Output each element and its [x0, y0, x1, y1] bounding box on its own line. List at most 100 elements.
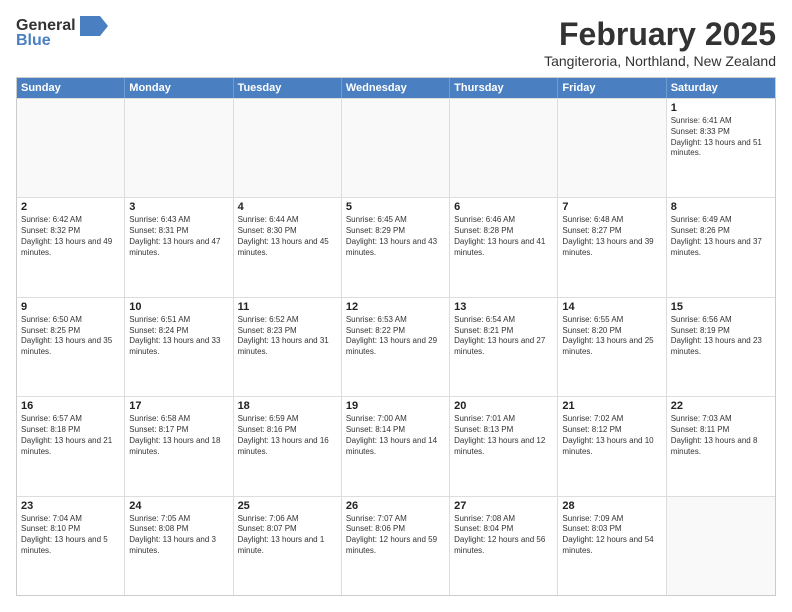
sun-info: Sunrise: 6:41 AMSunset: 8:33 PMDaylight:… [671, 116, 771, 159]
calendar-cell: 2 Sunrise: 6:42 AMSunset: 8:32 PMDaylight… [17, 198, 125, 296]
sun-info: Sunrise: 7:06 AMSunset: 8:07 PMDaylight:… [238, 514, 337, 557]
sun-info: Sunrise: 6:56 AMSunset: 8:19 PMDaylight:… [671, 315, 771, 358]
calendar-cell: 21 Sunrise: 7:02 AMSunset: 8:12 PMDayligh… [558, 397, 666, 495]
calendar-subtitle: Tangiteroria, Northland, New Zealand [544, 53, 776, 69]
day-number: 11 [238, 301, 337, 313]
day-number: 17 [129, 400, 228, 412]
sun-info: Sunrise: 6:52 AMSunset: 8:23 PMDaylight:… [238, 315, 337, 358]
day-number: 19 [346, 400, 445, 412]
calendar-week-3: 9Sunrise: 6:50 AMSunset: 8:25 PMDaylight… [17, 297, 775, 396]
calendar-cell: 15 Sunrise: 6:56 AMSunset: 8:19 PMDayligh… [667, 298, 775, 396]
calendar-cell [450, 99, 558, 197]
day-number: 25 [238, 500, 337, 512]
calendar-cell [667, 497, 775, 595]
day-number: 2 [21, 201, 120, 213]
calendar-cell [17, 99, 125, 197]
day-number: 7 [562, 201, 661, 213]
calendar-cell [342, 99, 450, 197]
sun-info: Sunrise: 6:53 AMSunset: 8:22 PMDaylight:… [346, 315, 445, 358]
day-number: 23 [21, 500, 120, 512]
title-block: February 2025 Tangiteroria, Northland, N… [544, 16, 776, 69]
header-friday: Friday [558, 78, 666, 98]
calendar: Sunday Monday Tuesday Wednesday Thursday… [16, 77, 776, 596]
day-number: 18 [238, 400, 337, 412]
logo-blue: Blue [16, 32, 51, 50]
calendar-cell: 11 Sunrise: 6:52 AMSunset: 8:23 PMDayligh… [234, 298, 342, 396]
calendar-body: 1 Sunrise: 6:41 AMSunset: 8:33 PMDaylight… [17, 98, 775, 595]
calendar-cell: 25 Sunrise: 7:06 AMSunset: 8:07 PMDayligh… [234, 497, 342, 595]
sun-info: Sunrise: 7:00 AMSunset: 8:14 PMDaylight:… [346, 414, 445, 457]
calendar-cell: 12 Sunrise: 6:53 AMSunset: 8:22 PMDayligh… [342, 298, 450, 396]
calendar-cell [558, 99, 666, 197]
day-number: 16 [21, 400, 120, 412]
calendar-cell: 14Sunrise: 6:55 AMSunset: 8:20 PMDayligh… [558, 298, 666, 396]
day-number: 13 [454, 301, 553, 313]
day-number: 3 [129, 201, 228, 213]
calendar-cell: 20 Sunrise: 7:01 AMSunset: 8:13 PMDayligh… [450, 397, 558, 495]
calendar-cell: 3Sunrise: 6:43 AMSunset: 8:31 PMDaylight… [125, 198, 233, 296]
sun-info: Sunrise: 6:49 AMSunset: 8:26 PMDaylight:… [671, 215, 771, 258]
calendar-cell: 16 Sunrise: 6:57 AMSunset: 8:18 PMDayligh… [17, 397, 125, 495]
sun-info: Sunrise: 6:59 AMSunset: 8:16 PMDaylight:… [238, 414, 337, 457]
day-number: 8 [671, 201, 771, 213]
sun-info: Sunrise: 6:54 AMSunset: 8:21 PMDaylight:… [454, 315, 553, 358]
day-number: 27 [454, 500, 553, 512]
day-number: 4 [238, 201, 337, 213]
day-number: 22 [671, 400, 771, 412]
calendar-cell: 9Sunrise: 6:50 AMSunset: 8:25 PMDaylight… [17, 298, 125, 396]
logo: General Blue [16, 16, 108, 50]
day-number: 20 [454, 400, 553, 412]
sun-info: Sunrise: 7:04 AMSunset: 8:10 PMDaylight:… [21, 514, 120, 557]
calendar-cell: 24 Sunrise: 7:05 AMSunset: 8:08 PMDayligh… [125, 497, 233, 595]
sun-info: Sunrise: 7:07 AMSunset: 8:06 PMDaylight:… [346, 514, 445, 557]
header-tuesday: Tuesday [234, 78, 342, 98]
sun-info: Sunrise: 7:09 AMSunset: 8:03 PMDaylight:… [562, 514, 661, 557]
header-saturday: Saturday [667, 78, 775, 98]
calendar-cell: 27Sunrise: 7:08 AMSunset: 8:04 PMDayligh… [450, 497, 558, 595]
calendar-header: Sunday Monday Tuesday Wednesday Thursday… [17, 78, 775, 98]
day-number: 28 [562, 500, 661, 512]
sun-info: Sunrise: 7:05 AMSunset: 8:08 PMDaylight:… [129, 514, 228, 557]
day-number: 12 [346, 301, 445, 313]
day-number: 1 [671, 102, 771, 114]
calendar-cell: 6 Sunrise: 6:46 AMSunset: 8:28 PMDaylight… [450, 198, 558, 296]
calendar-cell: 23 Sunrise: 7:04 AMSunset: 8:10 PMDayligh… [17, 497, 125, 595]
calendar-cell: 13 Sunrise: 6:54 AMSunset: 8:21 PMDayligh… [450, 298, 558, 396]
day-number: 9 [21, 301, 120, 313]
day-number: 14 [562, 301, 661, 313]
header-monday: Monday [125, 78, 233, 98]
day-number: 15 [671, 301, 771, 313]
day-number: 5 [346, 201, 445, 213]
calendar-cell: 7 Sunrise: 6:48 AMSunset: 8:27 PMDaylight… [558, 198, 666, 296]
sun-info: Sunrise: 7:01 AMSunset: 8:13 PMDaylight:… [454, 414, 553, 457]
sun-info: Sunrise: 6:58 AMSunset: 8:17 PMDaylight:… [129, 414, 228, 457]
day-number: 6 [454, 201, 553, 213]
logo-icon [80, 16, 108, 36]
calendar-title: February 2025 [544, 16, 776, 53]
sun-info: Sunrise: 6:46 AMSunset: 8:28 PMDaylight:… [454, 215, 553, 258]
header-wednesday: Wednesday [342, 78, 450, 98]
day-number: 26 [346, 500, 445, 512]
calendar-week-2: 2 Sunrise: 6:42 AMSunset: 8:32 PMDaylight… [17, 197, 775, 296]
header-sunday: Sunday [17, 78, 125, 98]
calendar-cell: 1 Sunrise: 6:41 AMSunset: 8:33 PMDaylight… [667, 99, 775, 197]
calendar-week-5: 23 Sunrise: 7:04 AMSunset: 8:10 PMDayligh… [17, 496, 775, 595]
day-number: 24 [129, 500, 228, 512]
sun-info: Sunrise: 6:42 AMSunset: 8:32 PMDaylight:… [21, 215, 120, 258]
sun-info: Sunrise: 6:44 AMSunset: 8:30 PMDaylight:… [238, 215, 337, 258]
calendar-cell: 28 Sunrise: 7:09 AMSunset: 8:03 PMDayligh… [558, 497, 666, 595]
sun-info: Sunrise: 6:45 AMSunset: 8:29 PMDaylight:… [346, 215, 445, 258]
sun-info: Sunrise: 6:57 AMSunset: 8:18 PMDaylight:… [21, 414, 120, 457]
calendar-week-4: 16 Sunrise: 6:57 AMSunset: 8:18 PMDayligh… [17, 396, 775, 495]
sun-info: Sunrise: 6:51 AMSunset: 8:24 PMDaylight:… [129, 315, 228, 358]
sun-info: Sunrise: 6:48 AMSunset: 8:27 PMDaylight:… [562, 215, 661, 258]
calendar-cell [234, 99, 342, 197]
sun-info: Sunrise: 7:02 AMSunset: 8:12 PMDaylight:… [562, 414, 661, 457]
page: General Blue February 2025 Tangiteroria,… [0, 0, 792, 612]
day-number: 21 [562, 400, 661, 412]
calendar-cell: 18 Sunrise: 6:59 AMSunset: 8:16 PMDayligh… [234, 397, 342, 495]
calendar-cell: 5 Sunrise: 6:45 AMSunset: 8:29 PMDaylight… [342, 198, 450, 296]
calendar-week-1: 1 Sunrise: 6:41 AMSunset: 8:33 PMDaylight… [17, 98, 775, 197]
calendar-cell: 22Sunrise: 7:03 AMSunset: 8:11 PMDayligh… [667, 397, 775, 495]
calendar-cell: 10Sunrise: 6:51 AMSunset: 8:24 PMDayligh… [125, 298, 233, 396]
